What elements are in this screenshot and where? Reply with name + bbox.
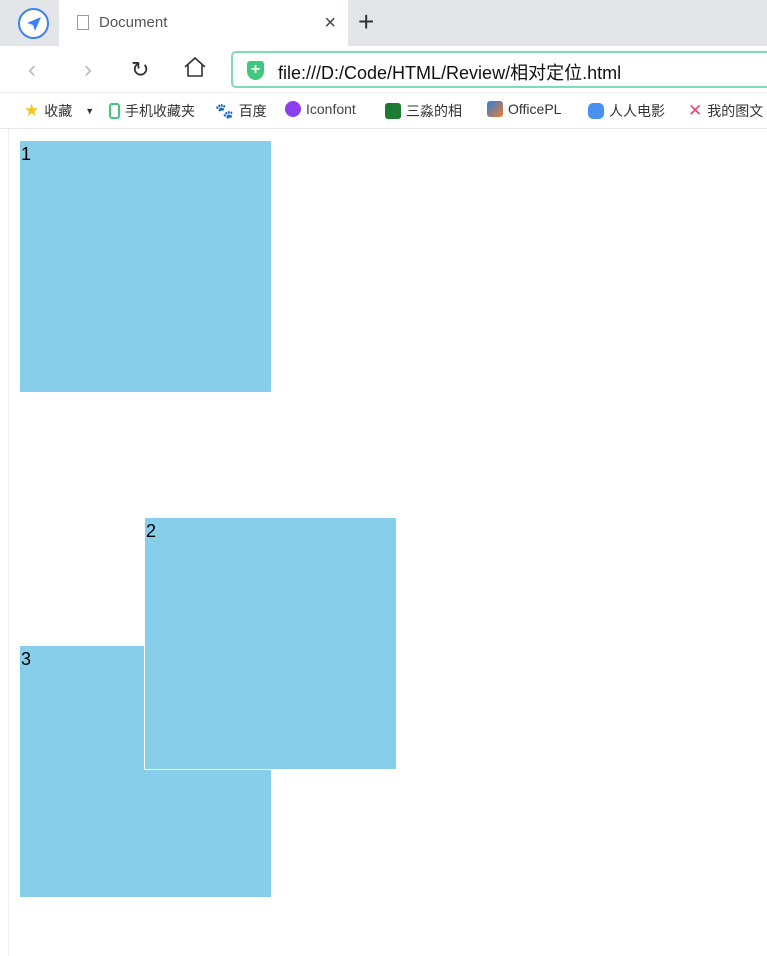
browser-logo-icon[interactable] [18,8,49,39]
tab-document[interactable]: Document × [59,0,348,46]
bookmark-officeplus[interactable]: OfficePL [487,101,566,117]
box-2: 2 [144,518,396,770]
bookmark-baidu[interactable]: 🐾 百度 [215,101,267,121]
cross-icon: ✕ [688,101,703,120]
url-text[interactable]: file:///D:/Code/HTML/Review/相对定位.html [278,59,621,85]
star-icon: ★ [24,101,40,120]
officeplus-icon [487,101,503,117]
phone-icon [109,103,120,119]
bookmark-sanmiao[interactable]: 三淼的相 [385,101,464,121]
new-tab-button[interactable]: + [358,6,374,38]
bookmark-renren[interactable]: 人人电影 [588,101,671,121]
tab-title: Document [99,14,168,31]
rr-icon [588,103,604,119]
bookmark-iconfont[interactable]: Iconfont [285,101,364,117]
page-edge [8,129,9,956]
iconfont-icon [285,101,301,117]
tab-bar: Document × + [0,0,767,46]
navigation-bar: ‹ › ↻ + file:///D:/Code/HTML/Review/相对定位… [0,46,767,93]
bookmark-favorites[interactable]: ★ 收藏 ▼ [24,101,94,121]
back-button[interactable]: ‹ [28,56,36,84]
dropdown-caret-icon[interactable]: ▼ [85,106,94,116]
address-bar[interactable]: + file:///D:/Code/HTML/Review/相对定位.html [231,51,767,88]
bookmark-mobile[interactable]: 手机收藏夹 [109,101,195,121]
bookmark-mytuwen[interactable]: ✕ 我的图文 [688,101,763,121]
baidu-icon: 🐾 [215,103,234,120]
close-tab-icon[interactable]: × [324,12,336,35]
shield-icon: + [247,61,264,80]
document-icon [77,15,89,30]
home-button[interactable] [183,56,207,85]
reload-button[interactable]: ↻ [131,57,149,83]
bookmarks-bar: ★ 收藏 ▼ 手机收藏夹 🐾 百度 Iconfont 三淼的相 OfficePL 人人… [0,93,767,129]
forward-button[interactable]: › [84,56,92,84]
box-1: 1 [20,141,271,392]
douban-icon [385,103,401,119]
